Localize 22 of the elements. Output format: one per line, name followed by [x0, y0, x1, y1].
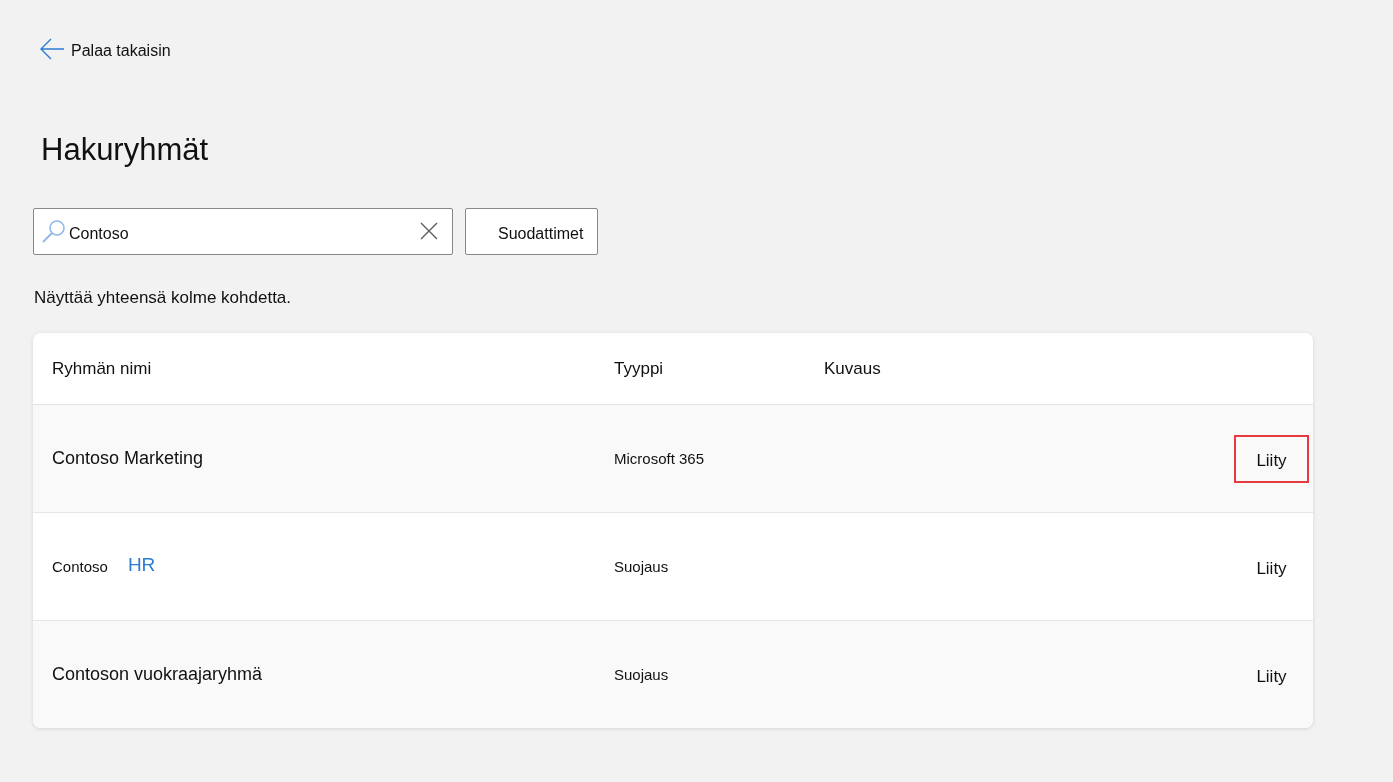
column-header: Kuvaus	[824, 358, 881, 379]
close-icon	[420, 222, 438, 240]
group-name: Contoso	[52, 558, 108, 575]
group-name: Contoso Marketing	[52, 448, 204, 469]
table-cell: Suojaus	[614, 666, 669, 683]
join-button[interactable]: Liity	[1234, 542, 1309, 591]
join-button[interactable]: Liity	[1234, 434, 1309, 483]
column-header: Ryhmän nimi	[52, 358, 152, 379]
group-name-link[interactable]: HR	[127, 554, 156, 576]
filter-button[interactable]: Suodattimet	[465, 208, 599, 255]
join-button[interactable]: Liity	[1234, 650, 1309, 699]
arrow-left-icon	[40, 38, 64, 60]
page-title: Hakuryhmät	[41, 131, 209, 169]
back-link[interactable]: Palaa takaisin	[40, 33, 171, 65]
column-header: Tyyppi	[614, 358, 664, 379]
clear-search-button[interactable]	[419, 221, 439, 241]
search-icon	[42, 219, 66, 243]
table-cell: Suojaus	[614, 558, 669, 575]
search-field[interactable]: Contoso	[33, 208, 453, 255]
result-count-text: Näyttää yhteensä kolme kohdetta.	[34, 287, 292, 309]
table-cell: Microsoft 365	[614, 450, 705, 467]
group-name: Contoson vuokraajaryhmä	[52, 664, 263, 685]
